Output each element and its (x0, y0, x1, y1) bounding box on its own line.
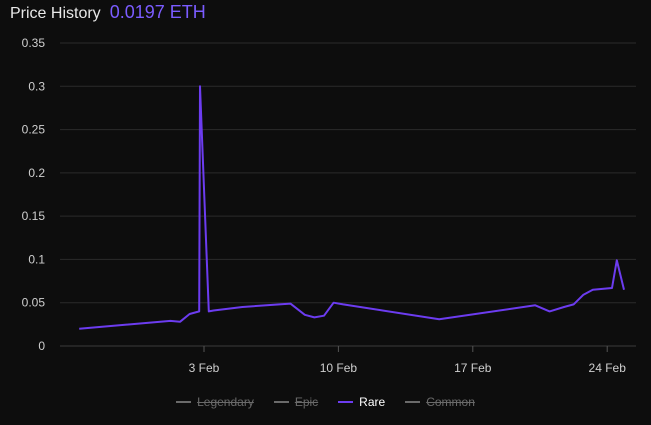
y-tick-label: 0 (38, 339, 45, 353)
legend-label: Common (426, 395, 475, 409)
legend-label: Legendary (197, 395, 254, 409)
x-tick-label: 17 Feb (454, 361, 492, 375)
y-tick-label: 0.35 (22, 36, 46, 50)
legend-item-epic[interactable]: Epic (273, 395, 319, 409)
legend-item-legendary[interactable]: Legendary (176, 395, 254, 409)
y-tick-label: 0.25 (22, 123, 46, 137)
legend-item-rare[interactable]: Rare (338, 395, 385, 409)
legend-swatch (338, 401, 354, 403)
y-tick-label: 0.05 (22, 296, 46, 310)
y-axis-labels: 0 0.05 0.1 0.15 0.2 0.25 0.3 0.35 (22, 36, 46, 353)
y-tick-label: 0.2 (28, 166, 45, 180)
x-axis-labels: 3 Feb 10 Feb 17 Feb 24 Feb (189, 346, 627, 375)
chart-legend: Legendary Epic Rare Common (0, 395, 651, 409)
legend-swatch (176, 401, 192, 403)
x-tick-label: 3 Feb (189, 361, 220, 375)
legend-label: Rare (359, 395, 386, 409)
grid-layer (60, 42, 636, 347)
legend-item-common[interactable]: Common (405, 395, 475, 409)
series-line-rare[interactable] (79, 85, 625, 330)
series-layer (79, 85, 625, 330)
y-tick-label: 0.15 (22, 209, 46, 223)
x-tick-label: 10 Feb (320, 361, 358, 375)
legend-swatch (273, 401, 289, 403)
x-tick-label: 24 Feb (589, 361, 627, 375)
legend-label: Epic (294, 395, 319, 409)
y-tick-label: 0.3 (28, 79, 45, 93)
price-history-chart: 0 0.05 0.1 0.15 0.2 0.25 0.3 0.35 3 Feb 10 Feb 17… (22, 36, 636, 375)
legend-swatch (405, 401, 421, 403)
y-tick-label: 0.1 (28, 252, 45, 266)
